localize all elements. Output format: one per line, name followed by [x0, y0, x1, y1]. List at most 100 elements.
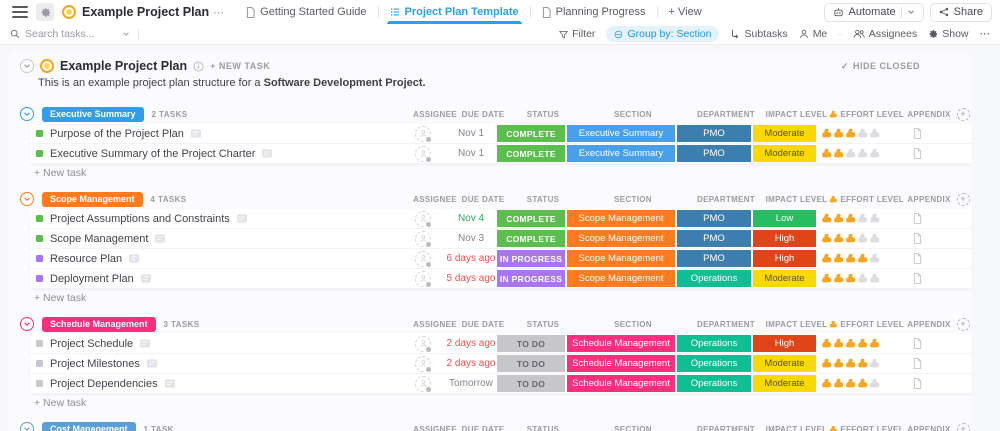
- toolbar-more-icon[interactable]: ⋯: [980, 28, 991, 40]
- tab-planning-progress[interactable]: Planning Progress: [531, 0, 657, 24]
- due-date[interactable]: Nov 1: [446, 144, 496, 163]
- due-date[interactable]: 5 days ago: [446, 269, 496, 288]
- status-square-icon[interactable]: [36, 380, 43, 387]
- department-cell[interactable]: Operations: [677, 335, 751, 352]
- effort-muscle-icon[interactable]: [845, 128, 856, 139]
- appendix-cell[interactable]: [892, 209, 942, 228]
- effort-muscle-icon[interactable]: [821, 273, 832, 284]
- group-badge[interactable]: Executive Summary: [42, 107, 144, 122]
- department-cell[interactable]: PMO: [677, 230, 751, 247]
- collapse-list-icon[interactable]: [20, 59, 34, 73]
- table-row[interactable]: Project Milestones 2 days ago TO DO Sche…: [30, 354, 972, 374]
- table-row[interactable]: Resource Plan 6 days ago IN PROGRESS Sco…: [30, 249, 972, 269]
- effort-muscle-icon[interactable]: [869, 378, 880, 389]
- assignee-avatar[interactable]: [415, 146, 431, 162]
- add-column-icon[interactable]: +: [957, 318, 970, 331]
- add-column-icon[interactable]: +: [957, 193, 970, 206]
- assignee-avatar[interactable]: [415, 376, 431, 392]
- impact-level-cell[interactable]: Low: [753, 210, 816, 227]
- appendix-cell[interactable]: [892, 354, 942, 373]
- effort-muscle-icon[interactable]: [869, 148, 880, 159]
- effort-muscle-icon[interactable]: [857, 338, 868, 349]
- table-row[interactable]: Executive Summary of the Project Charter…: [30, 144, 972, 164]
- task-name[interactable]: Purpose of the Project Plan: [50, 128, 184, 140]
- column-header-impact-level[interactable]: IMPACT LEVEL: [764, 320, 829, 329]
- effort-muscle-icon[interactable]: [857, 233, 868, 244]
- tab--view[interactable]: + View: [658, 0, 713, 24]
- status-square-icon[interactable]: [36, 360, 43, 367]
- assignees-button[interactable]: Assignees: [853, 28, 917, 40]
- assignee-avatar[interactable]: [415, 271, 431, 287]
- impact-level-cell[interactable]: Moderate: [753, 270, 816, 287]
- department-cell[interactable]: Operations: [677, 355, 751, 372]
- effort-muscle-icon[interactable]: [833, 358, 844, 369]
- section-cell[interactable]: Scope Management: [567, 210, 675, 227]
- department-cell[interactable]: PMO: [677, 210, 751, 227]
- add-new-task-button[interactable]: + New task: [34, 164, 972, 180]
- status-square-icon[interactable]: [36, 235, 43, 242]
- section-cell[interactable]: Executive Summary: [567, 125, 675, 142]
- column-header-impact-level[interactable]: IMPACT LEVEL: [764, 195, 829, 204]
- status-cell[interactable]: TO DO: [497, 335, 565, 352]
- collapse-group-icon[interactable]: [20, 192, 34, 206]
- effort-muscle-icon[interactable]: [845, 338, 856, 349]
- group-by-button[interactable]: Group by: Section: [606, 26, 719, 42]
- effort-muscle-icon[interactable]: [857, 273, 868, 284]
- task-name[interactable]: Resource Plan: [50, 253, 122, 265]
- column-header-department[interactable]: DEPARTMENT: [688, 195, 764, 204]
- effort-muscle-icon[interactable]: [869, 358, 880, 369]
- appendix-cell[interactable]: [892, 374, 942, 393]
- effort-muscle-icon[interactable]: [833, 273, 844, 284]
- due-date[interactable]: Nov 3: [446, 229, 496, 248]
- effort-muscle-icon[interactable]: [869, 253, 880, 264]
- effort-muscle-icon[interactable]: [821, 253, 832, 264]
- column-header-effort-level[interactable]: EFFORT LEVEL: [829, 319, 904, 330]
- effort-muscle-icon[interactable]: [833, 128, 844, 139]
- effort-muscle-icon[interactable]: [833, 253, 844, 264]
- assignee-avatar[interactable]: [415, 126, 431, 142]
- impact-level-cell[interactable]: Moderate: [753, 125, 816, 142]
- list-avatar-icon[interactable]: [62, 5, 76, 19]
- status-square-icon[interactable]: [36, 340, 43, 347]
- section-cell[interactable]: Scope Management: [567, 230, 675, 247]
- effort-muscle-icon[interactable]: [833, 338, 844, 349]
- due-date[interactable]: 6 days ago: [446, 249, 496, 268]
- effort-muscle-icon[interactable]: [821, 148, 832, 159]
- column-header-department[interactable]: DEPARTMENT: [688, 425, 764, 431]
- new-task-button[interactable]: + NEW TASK: [210, 61, 270, 71]
- department-cell[interactable]: PMO: [677, 145, 751, 162]
- appendix-cell[interactable]: [892, 144, 942, 163]
- group-badge[interactable]: Schedule Management: [42, 317, 156, 332]
- title-more-icon[interactable]: ⋯: [213, 6, 225, 19]
- effort-muscle-icon[interactable]: [845, 253, 856, 264]
- table-row[interactable]: Project Assumptions and Constraints Nov …: [30, 209, 972, 229]
- effort-muscle-icon[interactable]: [821, 128, 832, 139]
- column-header-appendix[interactable]: APPENDIX: [904, 425, 954, 431]
- effort-muscle-icon[interactable]: [869, 128, 880, 139]
- table-row[interactable]: Scope Management Nov 3 COMPLETE Scope Ma…: [30, 229, 972, 249]
- effort-level-cell[interactable]: [817, 269, 892, 288]
- effort-muscle-icon[interactable]: [857, 378, 868, 389]
- column-header-department[interactable]: DEPARTMENT: [688, 320, 764, 329]
- column-header-section[interactable]: SECTION: [578, 110, 688, 119]
- column-header-appendix[interactable]: APPENDIX: [904, 320, 954, 329]
- section-cell[interactable]: Executive Summary: [567, 145, 675, 162]
- column-header-impact-level[interactable]: IMPACT LEVEL: [764, 110, 829, 119]
- task-name[interactable]: Scope Management: [50, 233, 148, 245]
- effort-muscle-icon[interactable]: [845, 148, 856, 159]
- due-date[interactable]: Nov 1: [446, 124, 496, 143]
- effort-muscle-icon[interactable]: [821, 233, 832, 244]
- column-header-department[interactable]: DEPARTMENT: [688, 110, 764, 119]
- effort-level-cell[interactable]: [817, 354, 892, 373]
- filter-button[interactable]: Filter: [559, 28, 595, 40]
- effort-muscle-icon[interactable]: [857, 128, 868, 139]
- section-cell[interactable]: Schedule Management: [567, 335, 675, 352]
- column-header-section[interactable]: SECTION: [578, 425, 688, 431]
- task-name[interactable]: Project Milestones: [50, 358, 140, 370]
- table-row[interactable]: Project Schedule 2 days ago TO DO Schedu…: [30, 334, 972, 354]
- effort-level-cell[interactable]: [817, 209, 892, 228]
- status-square-icon[interactable]: [36, 130, 43, 137]
- task-name[interactable]: Project Dependencies: [50, 378, 158, 390]
- effort-muscle-icon[interactable]: [821, 213, 832, 224]
- department-cell[interactable]: Operations: [677, 375, 751, 392]
